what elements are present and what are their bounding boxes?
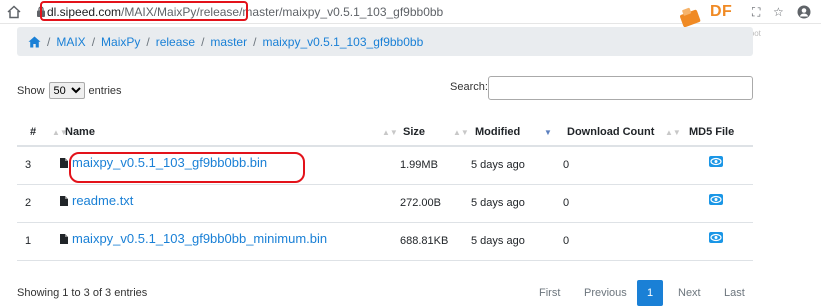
- header-num[interactable]: #: [30, 126, 36, 138]
- dfrobot-brand-text: DF: [710, 3, 733, 20]
- eye-icon: [710, 233, 722, 242]
- cell-num: 2: [25, 197, 32, 209]
- file-icon: [60, 233, 68, 244]
- breadcrumb-item-maix[interactable]: MAIX: [56, 35, 85, 49]
- show-entries: Show 50 entries: [17, 82, 122, 99]
- pagination-first[interactable]: First: [539, 287, 560, 299]
- cell-downloads: 0: [563, 197, 570, 209]
- table-row: 2 readme.txt 272.00B 5 days ago 0: [17, 185, 753, 223]
- breadcrumb-active: maixpy_v0.5.1_103_gf9bb0bb: [262, 34, 424, 49]
- eye-icon: [710, 195, 722, 204]
- sort-desc-icon[interactable]: ▼: [544, 128, 552, 137]
- breadcrumb-separator: /: [47, 34, 51, 49]
- breadcrumb-separator: /: [146, 34, 150, 49]
- breadcrumb: / MAIX / MaixPy / release / master / mai…: [17, 27, 753, 56]
- breadcrumb-item-maixpy[interactable]: MaixPy: [101, 35, 140, 49]
- pagination-last[interactable]: Last: [724, 287, 745, 299]
- header-modified[interactable]: Modified: [475, 126, 520, 138]
- breadcrumb-item-master[interactable]: master: [210, 35, 247, 49]
- table-info: Showing 1 to 3 of 3 entries: [17, 287, 148, 299]
- search-label: Search:: [450, 81, 488, 93]
- file-icon: [60, 195, 68, 206]
- breadcrumb-separator: /: [91, 34, 96, 49]
- sort-icon[interactable]: ▲▼: [453, 128, 469, 137]
- pagination-page-1[interactable]: 1: [637, 280, 663, 306]
- breadcrumb-separator: /: [253, 34, 257, 49]
- sort-icon[interactable]: ▲▼: [382, 128, 398, 137]
- cell-downloads: 0: [563, 235, 570, 247]
- breadcrumb-item-release[interactable]: release: [156, 35, 195, 49]
- home-icon[interactable]: [6, 4, 22, 20]
- file-link[interactable]: readme.txt: [60, 193, 133, 208]
- breadcrumb-separator: /: [201, 34, 205, 49]
- md5-eye-button[interactable]: [709, 232, 723, 243]
- file-name: maixpy_v0.5.1_103_gf9bb0bb_minimum.bin: [72, 231, 328, 246]
- cell-modified: 5 days ago: [471, 197, 525, 209]
- header-download-count[interactable]: Download Count: [567, 126, 654, 138]
- md5-eye-button[interactable]: [709, 194, 723, 205]
- cell-modified: 5 days ago: [471, 159, 525, 171]
- cell-downloads: 0: [563, 159, 570, 171]
- cell-size: 272.00B: [400, 197, 441, 209]
- show-label: Show: [17, 84, 45, 97]
- md5-eye-button[interactable]: [709, 156, 723, 167]
- sort-icon[interactable]: ▲▼: [665, 128, 681, 137]
- home-crumb-icon[interactable]: [28, 36, 41, 48]
- files-table: # ▲▼ Name ▲▼ Size ▲▼ Modified ▼ Download…: [17, 118, 753, 261]
- header-md5[interactable]: MD5 File: [689, 126, 734, 138]
- cell-modified: 5 days ago: [471, 235, 525, 247]
- browser-address-bar: dl.sipeed.com/MAIX/MaixPy/release/master…: [0, 0, 821, 38]
- cell-num: 3: [25, 159, 32, 171]
- entries-select[interactable]: 50: [48, 82, 85, 99]
- header-name[interactable]: Name: [65, 126, 95, 138]
- pagination-next[interactable]: Next: [678, 287, 701, 299]
- pagination-previous[interactable]: Previous: [584, 287, 627, 299]
- file-icon: [60, 157, 68, 168]
- cell-num: 1: [25, 235, 32, 247]
- url-highlight-annotation: [40, 1, 248, 21]
- profile-icon[interactable]: [797, 5, 811, 19]
- entries-label: entries: [88, 84, 122, 97]
- header-size[interactable]: Size: [403, 126, 425, 138]
- file-link[interactable]: maixpy_v0.5.1_103_gf9bb0bb_minimum.bin: [60, 231, 327, 246]
- search-input[interactable]: [488, 76, 753, 100]
- filename-highlight-annotation: [69, 152, 305, 183]
- table-header: # ▲▼ Name ▲▼ Size ▲▼ Modified ▼ Download…: [17, 118, 753, 147]
- table-row: 1 maixpy_v0.5.1_103_gf9bb0bb_minimum.bin…: [17, 223, 753, 261]
- cell-size: 688.81KB: [400, 235, 449, 247]
- file-name: readme.txt: [72, 193, 134, 208]
- eye-icon: [710, 157, 722, 166]
- cell-size: 1.99MB: [400, 159, 438, 171]
